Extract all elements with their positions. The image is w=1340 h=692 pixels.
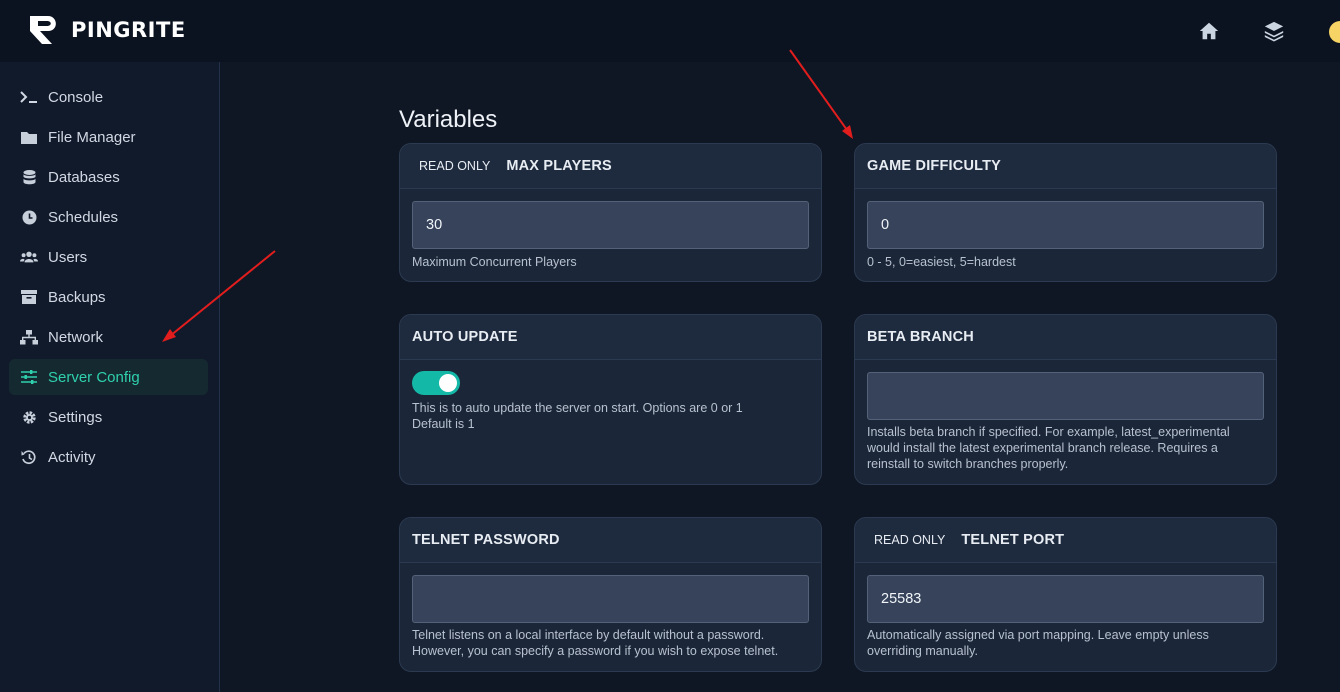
sidebar-item-label: Backups [48,288,106,306]
card-description: Telnet listens on a local interface by d… [412,627,812,659]
logo-text: PINGRITE [71,18,186,42]
description-line: However, you can specify a password if y… [412,644,779,658]
database-icon [20,169,38,185]
folder-icon [20,129,38,145]
history-icon [20,449,38,465]
sliders-icon [20,369,38,385]
sidebar-item-schedules[interactable]: Schedules [9,199,208,235]
card-header: BETA BRANCH [855,315,1276,360]
description-line: reinstall to switch branches properly. [867,457,1069,471]
variable-card-game-difficulty: GAME DIFFICULTY 0 0 - 5, 0=easiest, 5=ha… [854,143,1277,282]
annotation-arrow-icon [789,49,853,139]
card-description: 0 - 5, 0=easiest, 5=hardest [867,255,1016,269]
sidebar-item-label: File Manager [48,128,136,146]
sidebar: Console File Manager Databases Schedules… [0,62,220,692]
network-icon [20,329,38,345]
sidebar-item-activity[interactable]: Activity [9,439,208,475]
card-description: Installs beta branch if specified. For e… [867,424,1267,472]
description-line: This is to auto update the server on sta… [412,401,743,415]
card-header: READ ONLY TELNET PORT [855,518,1276,563]
card-title: TELNET PASSWORD [412,532,560,548]
card-header: TELNET PASSWORD [400,518,821,563]
description-line: Installs beta branch if specified. For e… [867,425,1230,439]
read-only-badge: READ ONLY [419,159,491,173]
archive-icon [20,289,38,305]
logo-mark-icon [30,16,56,44]
card-title: GAME DIFFICULTY [867,158,1002,174]
top-bar: PINGRITE [0,0,1340,62]
card-header: READ ONLY MAX PLAYERS [400,144,821,189]
description-line: Default is 1 [412,417,475,431]
max-players-input[interactable]: 30 [412,201,809,249]
avatar[interactable] [1329,21,1340,43]
page-title: Variables [399,106,498,133]
telnet-port-input[interactable]: 25583 [867,575,1264,623]
telnet-password-input[interactable] [412,575,809,623]
sidebar-item-label: Activity [48,448,96,466]
card-title: TELNET PORT [961,532,1065,548]
sidebar-item-label: Schedules [48,208,119,226]
card-description: Automatically assigned via port mapping.… [867,627,1267,659]
sidebar-item-console[interactable]: Console [9,79,208,115]
home-icon[interactable] [1198,20,1220,42]
variable-card-auto-update: AUTO UPDATE This is to auto update the s… [399,314,822,485]
logo[interactable]: PINGRITE [28,14,186,46]
sidebar-item-file-manager[interactable]: File Manager [9,119,208,155]
sidebar-item-label: Settings [48,408,103,426]
variable-card-max-players: READ ONLY MAX PLAYERS 30 Maximum Concurr… [399,143,822,282]
variable-card-beta-branch: BETA BRANCH Installs beta branch if spec… [854,314,1277,485]
sidebar-item-settings[interactable]: Settings [9,399,208,435]
card-title: BETA BRANCH [867,329,974,345]
sidebar-item-label: Server Config [48,368,140,386]
beta-branch-input[interactable] [867,372,1264,420]
card-title: MAX PLAYERS [506,158,612,174]
sidebar-item-label: Network [48,328,104,346]
annotation-arrow-icon [162,250,276,342]
variable-card-telnet-port: READ ONLY TELNET PORT 25583 Automaticall… [854,517,1277,672]
sidebar-item-label: Users [48,248,88,266]
card-description: Maximum Concurrent Players [412,255,577,269]
description-line: overriding manually. [867,644,978,658]
read-only-badge: READ ONLY [874,533,946,547]
auto-update-toggle[interactable] [412,371,460,395]
terminal-icon [20,89,38,105]
card-header: AUTO UPDATE [400,315,821,360]
sidebar-item-label: Console [48,88,104,106]
gear-icon [20,409,38,425]
toggle-knob [439,374,457,392]
game-difficulty-input[interactable]: 0 [867,201,1264,249]
sidebar-item-databases[interactable]: Databases [9,159,208,195]
card-description: This is to auto update the server on sta… [412,400,812,432]
description-line: would install the latest experimental br… [867,441,1218,455]
description-line: Telnet listens on a local interface by d… [412,628,765,642]
variable-card-telnet-password: TELNET PASSWORD Telnet listens on a loca… [399,517,822,672]
clock-icon [20,209,38,225]
users-icon [20,249,38,265]
sidebar-item-server-config[interactable]: Server Config [9,359,208,395]
main-content: Variables READ ONLY MAX PLAYERS 30 Maxim… [221,62,1340,692]
description-line: Automatically assigned via port mapping.… [867,628,1209,642]
card-header: GAME DIFFICULTY [855,144,1276,189]
sidebar-item-label: Databases [48,168,120,186]
layers-icon[interactable] [1263,20,1285,42]
card-title: AUTO UPDATE [412,329,518,345]
